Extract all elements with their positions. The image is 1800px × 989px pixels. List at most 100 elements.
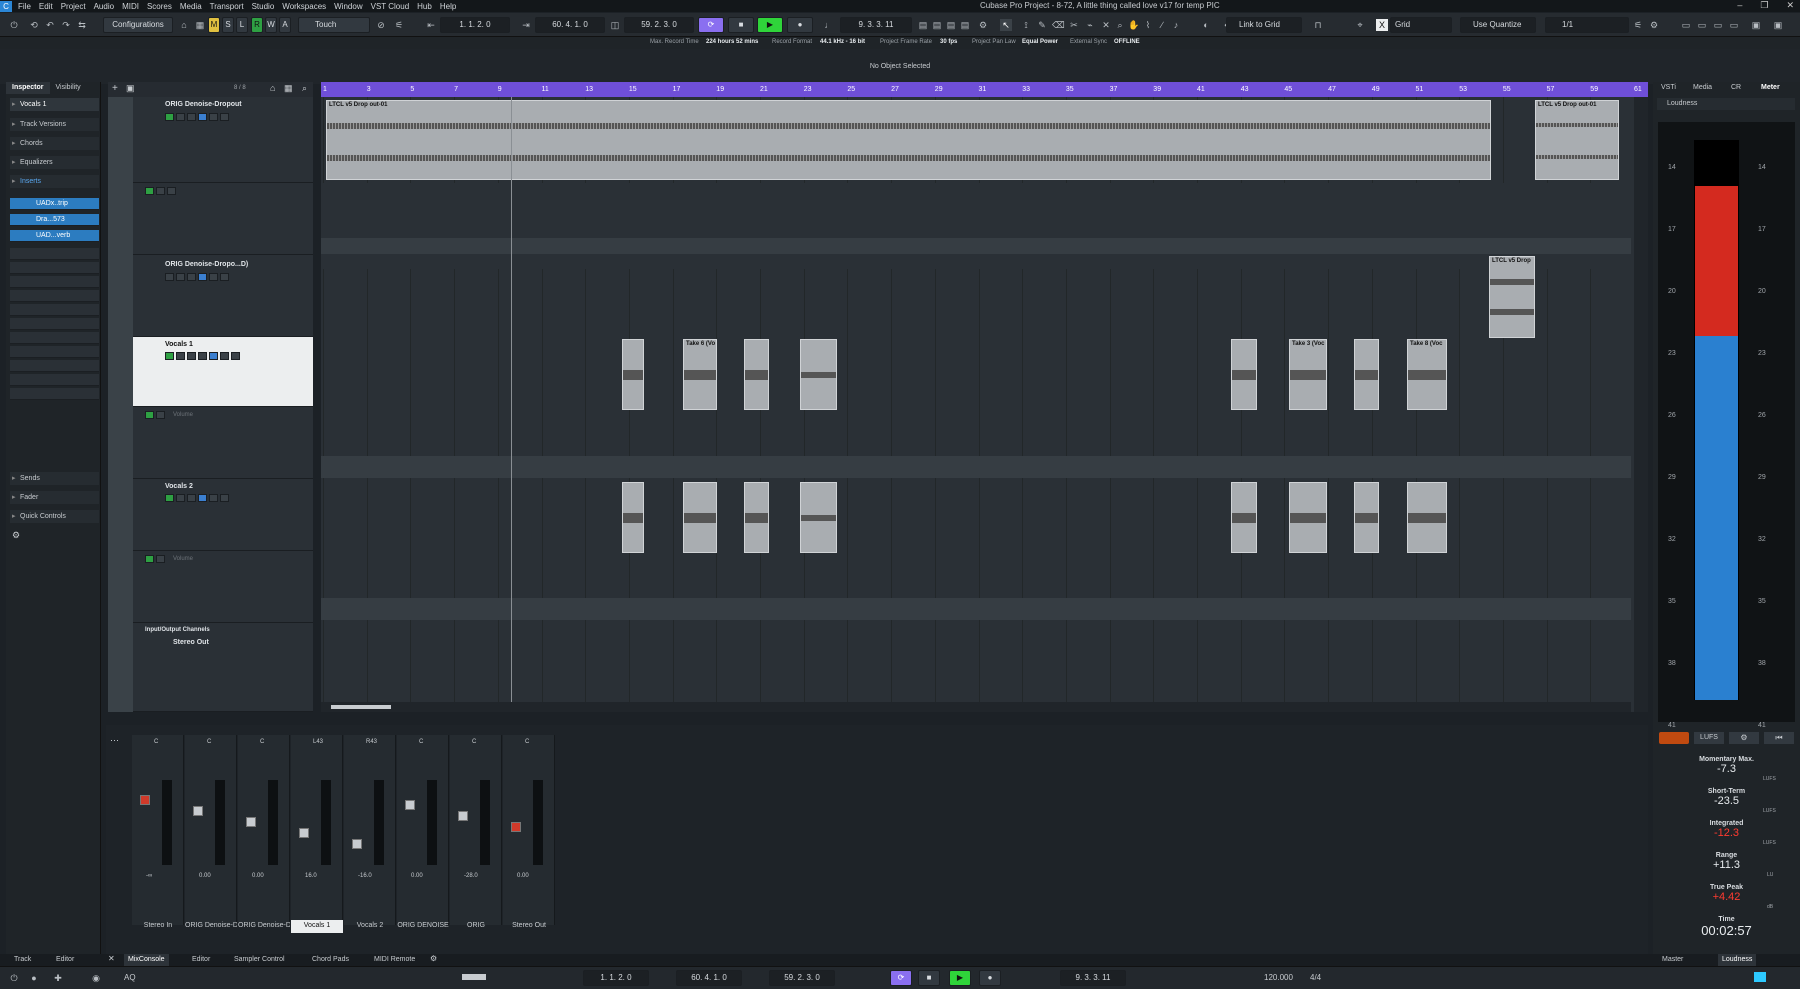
suspend-icon[interactable]: ⊘ <box>375 19 387 31</box>
reset-icon[interactable]: ⏮ <box>1764 732 1794 744</box>
project-window[interactable]: 1 3 5 7 9 11 13 15 17 19 21 23 25 27 29 31 33 35 37 39 41 43 4… <box>321 82 1648 712</box>
track-row-io-channels[interactable]: Input/Output Channels Stereo Out <box>133 623 313 712</box>
quantize-panel-icon[interactable]: ⚙ <box>1648 19 1660 31</box>
menu-hub[interactable]: Hub <box>417 2 432 11</box>
audio-event-vocals1-c[interactable] <box>744 339 769 410</box>
audio-event-vocals1-e[interactable] <box>1231 339 1257 410</box>
menu-workspaces[interactable]: Workspaces <box>282 2 326 11</box>
folder-name[interactable]: Input/Output Channels <box>145 627 210 633</box>
audio-event-vocals1-d[interactable] <box>800 339 837 410</box>
channel-name[interactable]: Vocals 1 <box>291 920 343 933</box>
track-list-menu-icon[interactable]: ▣ <box>126 83 135 94</box>
volume-value[interactable]: 0.00 <box>411 873 423 879</box>
channel-name[interactable]: ORIG DENOISE <box>397 920 449 933</box>
pan-label[interactable]: L43 <box>313 739 323 745</box>
mute-tool-icon[interactable]: ✕ <box>1100 19 1112 31</box>
insert-slot-11[interactable] <box>10 346 99 358</box>
link-to-grid-dropdown[interactable]: Link to Grid <box>1226 17 1302 33</box>
track-row-orig-denoise-dropout[interactable]: ORIG Denoise-Dropout <box>133 97 313 183</box>
transport-play-button[interactable]: ▶ <box>949 970 971 986</box>
audio-event-ltcl-1[interactable]: LTCL v5 Drop out-01 <box>326 100 1491 180</box>
tab-sampler-control[interactable]: Sampler Control <box>230 954 289 966</box>
hand-tool-icon[interactable]: ✋ <box>1128 19 1140 31</box>
close-left-zone-icon[interactable]: ✕ <box>108 954 115 963</box>
transport-record-button[interactable]: ● <box>979 970 1001 986</box>
comp-tool-icon[interactable]: ⌇ <box>1142 19 1154 31</box>
x-icon[interactable]: X <box>1376 19 1388 31</box>
channel-name[interactable]: Stereo Out <box>503 920 555 933</box>
vertical-scrollbar[interactable] <box>1634 97 1648 712</box>
track-name[interactable]: Vocals 1 <box>165 341 193 348</box>
channel-strip[interactable]: C 0.00 <box>238 735 290 925</box>
inspector-track-name[interactable]: Vocals 1 <box>10 98 99 111</box>
volume-fader[interactable] <box>352 839 362 849</box>
volume-fader[interactable] <box>511 822 521 832</box>
pencil-tool-icon[interactable]: ✎ <box>1036 19 1048 31</box>
track-name[interactable]: ORIG Denoise-Dropo...D) <box>165 261 248 268</box>
marker-4-icon[interactable]: ▤ <box>959 19 971 31</box>
tab-editor[interactable]: Editor <box>188 954 214 966</box>
insert-slot-13[interactable] <box>10 374 99 386</box>
menu-audio[interactable]: Audio <box>94 2 114 11</box>
insert-slot-4[interactable] <box>10 248 99 260</box>
volume-fader[interactable] <box>140 795 150 805</box>
menu-media[interactable]: Media <box>180 2 202 11</box>
channel-strip[interactable]: C -28.0 <box>450 735 502 925</box>
marker-3-icon[interactable]: ▤ <box>945 19 957 31</box>
insert-slot-2[interactable]: Dra...573 <box>10 214 99 226</box>
insert-slot-14[interactable] <box>10 388 99 400</box>
marker-2-icon[interactable]: ▤ <box>931 19 943 31</box>
menu-window[interactable]: Window <box>334 2 362 11</box>
transport-stop-button[interactable]: ■ <box>918 970 940 986</box>
menu-project[interactable]: Project <box>61 2 86 11</box>
tab-vsti[interactable]: VSTi <box>1661 82 1676 94</box>
track-row-vocals-2-automation[interactable]: Volume <box>133 551 313 623</box>
range-tool-icon[interactable]: ⟟ <box>1020 19 1032 31</box>
read-button[interactable]: R <box>251 17 263 33</box>
channel-name[interactable]: ORIG Denoise-Dropout <box>238 920 290 933</box>
menu-file[interactable]: File <box>18 2 31 11</box>
tab-media[interactable]: Media <box>1693 82 1712 94</box>
volume-fader[interactable] <box>405 800 415 810</box>
transport-cycle-button[interactable]: ⟳ <box>890 970 912 986</box>
volume-fader[interactable] <box>458 811 468 821</box>
menu-midi[interactable]: MIDI <box>122 2 139 11</box>
audio-event-vocals2-c[interactable] <box>744 482 769 553</box>
audio-event-ltcl-3[interactable]: LTCL v5 Drop <box>1489 256 1535 338</box>
cycle-button[interactable]: ⟳ <box>698 17 724 33</box>
transport-right-locator[interactable]: 60. 4. 1. 0 <box>676 970 742 986</box>
tab-meter[interactable]: Meter <box>1761 82 1780 94</box>
lower-zone-settings-icon[interactable]: ⚙ <box>430 954 437 963</box>
volume-fader[interactable] <box>193 806 203 816</box>
automation-mode-dropdown[interactable]: Touch <box>298 17 370 33</box>
track-row-vocals-1[interactable]: Vocals 1 <box>133 337 313 407</box>
layout-bottom-icon[interactable]: ▭ <box>1728 19 1740 31</box>
audio-event-vocals2-e[interactable] <box>1231 482 1257 553</box>
layout-center-icon[interactable]: ▭ <box>1696 19 1708 31</box>
track-search-icon[interactable]: ⌕ <box>302 83 307 94</box>
play-button[interactable]: ▶ <box>757 17 783 33</box>
volume-value[interactable]: 0.00 <box>199 873 211 879</box>
audio-event-vocals2-g[interactable] <box>1354 482 1379 553</box>
grid-view-icon[interactable]: ▦ <box>194 19 206 31</box>
tab-mixconsole[interactable]: MixConsole <box>124 954 169 966</box>
glue-tool-icon[interactable]: ⌁ <box>1084 19 1096 31</box>
transport-position[interactable]: 59. 2. 3. 0 <box>769 970 835 986</box>
automation-button[interactable]: A <box>279 17 291 33</box>
channel-name[interactable]: Stereo In <box>132 920 184 933</box>
left-locator-field[interactable]: 1. 1. 2. 0 <box>440 17 510 33</box>
snap-type-icon[interactable]: ⊓ <box>1312 19 1324 31</box>
metronome-icon[interactable]: ♩ <box>823 19 835 31</box>
configurations-dropdown[interactable]: Configurations <box>103 17 173 33</box>
audio-event-vocals2-b[interactable] <box>683 482 717 553</box>
ruler[interactable]: 1 3 5 7 9 11 13 15 17 19 21 23 25 27 29 31 33 35 37 39 41 43 4… <box>321 82 1648 97</box>
automation-panel-icon[interactable]: ⚟ <box>393 19 405 31</box>
pan-label[interactable]: C <box>207 739 211 745</box>
marker-1-icon[interactable]: ▤ <box>917 19 929 31</box>
transport-punch-position[interactable]: 9. 3. 3. 11 <box>1060 970 1126 986</box>
layout-toggle-icon[interactable]: ▣ <box>1750 19 1762 31</box>
redo-icon[interactable]: ↷ <box>60 19 72 31</box>
settings-icon[interactable]: ⚙ <box>977 19 989 31</box>
tab-loudness[interactable]: Loudness <box>1718 954 1757 966</box>
tab-visibility[interactable]: Visibility <box>50 82 87 94</box>
